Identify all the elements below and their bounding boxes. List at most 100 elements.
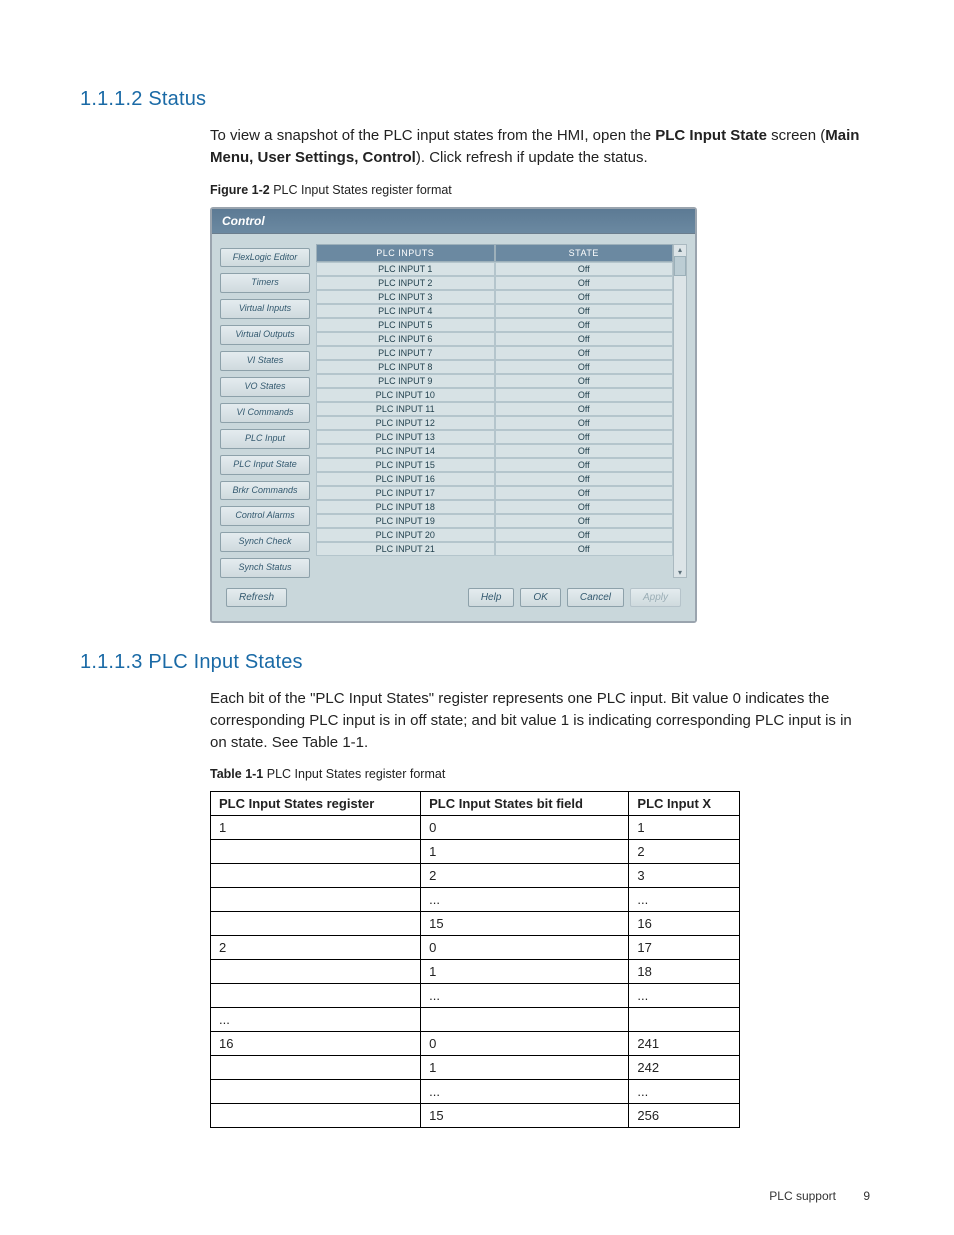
table-cell: 0 <box>421 1032 629 1056</box>
grid-row: PLC INPUT 11Off <box>316 402 673 416</box>
scroll-thumb[interactable] <box>674 256 686 276</box>
grid-cell-state: Off <box>495 332 674 346</box>
nav-button[interactable]: Brkr Commands <box>220 481 310 501</box>
grid-cell-input: PLC INPUT 8 <box>316 360 495 374</box>
table-cell: 16 <box>211 1032 421 1056</box>
grid-cell-state: Off <box>495 290 674 304</box>
grid-cell-input: PLC INPUT 5 <box>316 318 495 332</box>
nav-button[interactable]: VI States <box>220 351 310 371</box>
table-cell: ... <box>421 888 629 912</box>
grid-header-inputs: PLC INPUTS <box>316 244 495 262</box>
grid-cell-input: PLC INPUT 2 <box>316 276 495 290</box>
nav-button[interactable]: Virtual Inputs <box>220 299 310 319</box>
nav-button[interactable]: Control Alarms <box>220 506 310 526</box>
table-cell: ... <box>211 1008 421 1032</box>
table-cell <box>421 1008 629 1032</box>
table-row: ...... <box>211 984 740 1008</box>
section-1113-heading: 1.1.1.3 PLC Input States <box>80 651 874 674</box>
grid-cell-state: Off <box>495 486 674 500</box>
figure-caption: Figure 1-2 PLC Input States register for… <box>210 183 868 197</box>
grid-cell-state: Off <box>495 374 674 388</box>
table-row: 118 <box>211 960 740 984</box>
section-title: PLC Input States <box>148 651 302 673</box>
table-cell: 1 <box>421 960 629 984</box>
section-number: 1.1.1.3 <box>80 651 143 673</box>
table-cell <box>211 984 421 1008</box>
table-cell: 1 <box>211 816 421 840</box>
help-button[interactable]: Help <box>468 588 515 607</box>
grid-row: PLC INPUT 5Off <box>316 318 673 332</box>
nav-button[interactable]: Virtual Outputs <box>220 325 310 345</box>
footer-label: PLC support <box>769 1189 836 1203</box>
grid-cell-state: Off <box>495 444 674 458</box>
grid-cell-input: PLC INPUT 12 <box>316 416 495 430</box>
scrollbar[interactable]: ▴ ▾ <box>673 244 687 579</box>
grid-cell-state: Off <box>495 304 674 318</box>
nav-button[interactable]: PLC Input State <box>220 455 310 475</box>
nav-button[interactable]: FlexLogic Editor <box>220 248 310 268</box>
grid-row: PLC INPUT 16Off <box>316 472 673 486</box>
table-cell: 1 <box>421 840 629 864</box>
grid-cell-state: Off <box>495 430 674 444</box>
grid-cell-input: PLC INPUT 19 <box>316 514 495 528</box>
grid-cell-input: PLC INPUT 20 <box>316 528 495 542</box>
grid-cell-state: Off <box>495 388 674 402</box>
table-cell: ... <box>629 984 740 1008</box>
grid-cell-state: Off <box>495 262 674 276</box>
grid-cell-input: PLC INPUT 21 <box>316 542 495 556</box>
grid-cell-state: Off <box>495 500 674 514</box>
grid-cell-input: PLC INPUT 16 <box>316 472 495 486</box>
refresh-button[interactable]: Refresh <box>226 588 287 607</box>
table-cell <box>211 912 421 936</box>
table-cell <box>211 1080 421 1104</box>
nav-button[interactable]: PLC Input <box>220 429 310 449</box>
grid-cell-input: PLC INPUT 11 <box>316 402 495 416</box>
grid-row: PLC INPUT 17Off <box>316 486 673 500</box>
grid-cell-state: Off <box>495 318 674 332</box>
grid-row: PLC INPUT 19Off <box>316 514 673 528</box>
grid-row: PLC INPUT 20Off <box>316 528 673 542</box>
nav-button[interactable]: Synch Status <box>220 558 310 578</box>
table-cell <box>211 960 421 984</box>
table-row: ... <box>211 1008 740 1032</box>
grid-cell-state: Off <box>495 514 674 528</box>
grid-cell-state: Off <box>495 542 674 556</box>
table-row: 2017 <box>211 936 740 960</box>
table-cell: ... <box>421 1080 629 1104</box>
scroll-up-icon[interactable]: ▴ <box>678 245 682 254</box>
grid-cell-input: PLC INPUT 17 <box>316 486 495 500</box>
table-cell: 2 <box>211 936 421 960</box>
table-row: ...... <box>211 1080 740 1104</box>
nav-button[interactable]: Timers <box>220 273 310 293</box>
th-bitfield: PLC Input States bit field <box>421 792 629 816</box>
grid-row: PLC INPUT 21Off <box>316 542 673 556</box>
th-inputx: PLC Input X <box>629 792 740 816</box>
grid-cell-input: PLC INPUT 18 <box>316 500 495 514</box>
grid-row: PLC INPUT 4Off <box>316 304 673 318</box>
grid-row: PLC INPUT 18Off <box>316 500 673 514</box>
grid-row: PLC INPUT 1Off <box>316 262 673 276</box>
nav-button[interactable]: Synch Check <box>220 532 310 552</box>
plc-inputs-grid: PLC INPUTS STATE PLC INPUT 1OffPLC INPUT… <box>316 244 673 579</box>
nav-button[interactable]: VO States <box>220 377 310 397</box>
table-cell: 18 <box>629 960 740 984</box>
table-row: 1242 <box>211 1056 740 1080</box>
nav-button[interactable]: VI Commands <box>220 403 310 423</box>
control-panel: Control FlexLogic EditorTimersVirtual In… <box>210 207 697 624</box>
section-number: 1.1.1.2 <box>80 88 143 110</box>
scroll-down-icon[interactable]: ▾ <box>678 568 682 577</box>
table-cell: 242 <box>629 1056 740 1080</box>
cancel-button[interactable]: Cancel <box>567 588 624 607</box>
table-header-row: PLC Input States register PLC Input Stat… <box>211 792 740 816</box>
register-table: PLC Input States register PLC Input Stat… <box>210 791 740 1128</box>
grid-row: PLC INPUT 12Off <box>316 416 673 430</box>
grid-row: PLC INPUT 14Off <box>316 444 673 458</box>
table-caption: Table 1-1 PLC Input States register form… <box>210 767 868 781</box>
ok-button[interactable]: OK <box>520 588 560 607</box>
grid-row: PLC INPUT 13Off <box>316 430 673 444</box>
grid-cell-input: PLC INPUT 9 <box>316 374 495 388</box>
apply-button[interactable]: Apply <box>630 588 681 607</box>
table-row: 101 <box>211 816 740 840</box>
section-1112-heading: 1.1.1.2 Status <box>80 88 874 111</box>
grid-row: PLC INPUT 9Off <box>316 374 673 388</box>
